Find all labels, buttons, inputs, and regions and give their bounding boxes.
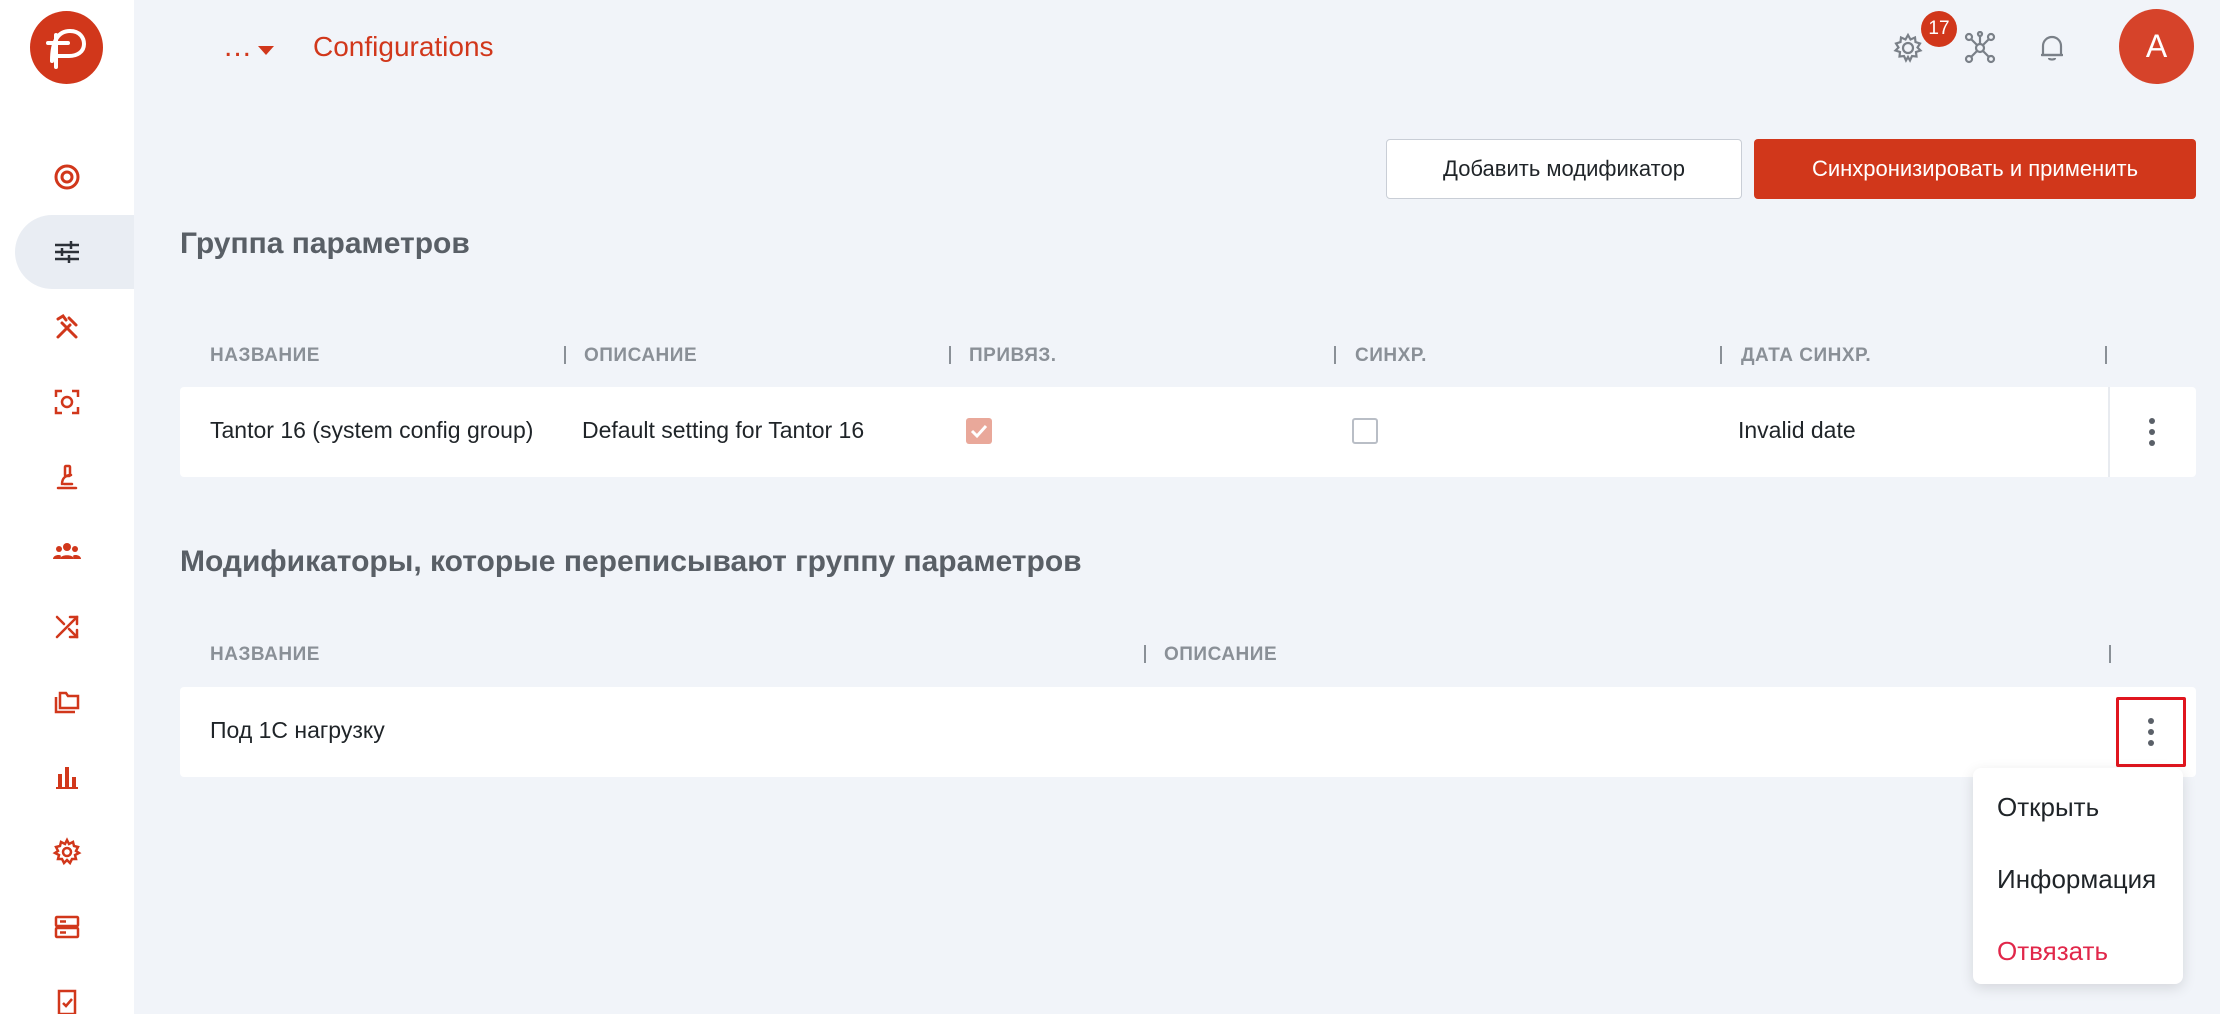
app-logo[interactable] [30,11,103,84]
sidebar [0,0,134,1014]
sidebar-item-folders[interactable] [0,665,134,739]
modifiers-title: Модификаторы, которые переписывают групп… [180,545,1082,578]
sidebar-item-servers[interactable] [0,890,134,964]
column-resize-handle[interactable] [949,346,951,364]
notifications-button[interactable] [2032,28,2072,68]
notification-count-badge: 17 [1921,11,1957,47]
tools-icon [56,314,78,339]
row-description: Default setting for Tantor 16 [582,417,865,443]
row-sync-date: Invalid date [1738,417,1856,443]
row-divider [2108,387,2110,477]
gear-icon [52,837,82,866]
microscope-icon [56,464,78,490]
row-actions-button[interactable] [2119,399,2185,465]
menu-item-info[interactable]: Информация [1997,864,2156,895]
sidebar-item-lab[interactable] [0,440,134,514]
column-resize-handle[interactable] [1144,645,1146,663]
sidebar-item-target[interactable] [0,140,134,214]
sidebar-item-settings[interactable] [0,815,134,889]
menu-item-unbind[interactable]: Отвязать [1997,936,2108,967]
sliders-icon [55,241,79,263]
page-title: Configurations [313,31,494,62]
check-icon [970,424,988,439]
sidebar-item-configurations[interactable] [15,215,134,289]
gear-icon [1893,32,1923,63]
column-resize-handle[interactable] [2109,645,2111,663]
row-actions-button[interactable] [2116,697,2186,767]
dot [2148,729,2154,735]
network-icon [1964,31,1996,64]
table-row[interactable]: Tantor 16 (system config group) Default … [180,387,2196,477]
bell-icon [2041,35,2063,61]
target-icon [54,164,80,190]
breadcrumb-more[interactable]: ... [224,30,252,64]
folders-icon [54,691,80,714]
sidebar-item-tasks[interactable] [0,965,134,1014]
sidebar-item-scan[interactable] [0,365,134,439]
bound-checkbox[interactable] [966,418,992,444]
bar-chart-icon [56,767,78,789]
dot [2148,718,2154,724]
column-header-bound[interactable]: ПРИВЯЗ. [969,345,1057,367]
column-header-sync-date[interactable]: ДАТА СИНХР. [1741,345,1871,367]
chevron-down-icon[interactable] [258,46,274,55]
column-resize-handle[interactable] [1334,346,1336,364]
column-header-name[interactable]: НАЗВАНИЕ [210,644,320,666]
topology-button[interactable] [1960,28,2000,68]
row-name: Под 1С нагрузку [210,717,385,743]
dot [2148,740,2154,746]
column-resize-handle[interactable] [564,346,566,364]
column-header-description[interactable]: ОПИСАНИЕ [584,345,697,367]
sidebar-item-shuffle[interactable] [0,590,134,664]
column-resize-handle[interactable] [2105,346,2107,364]
row-name: Tantor 16 (system config group) [210,417,534,443]
sync-apply-button[interactable]: Синхронизировать и применить [1754,139,2196,199]
sidebar-item-tools[interactable] [0,290,134,364]
document-check-icon [57,989,77,1014]
column-header-synced[interactable]: СИНХР. [1355,345,1427,367]
column-header-description[interactable]: ОПИСАНИЕ [1164,644,1277,666]
dot [2149,440,2155,446]
synced-checkbox[interactable] [1352,418,1378,444]
server-icon [54,915,80,939]
column-resize-handle[interactable] [1720,346,1722,364]
users-icon [53,543,81,559]
user-avatar[interactable]: A [2119,9,2194,84]
dot [2149,418,2155,424]
menu-item-open[interactable]: Открыть [1997,792,2099,823]
logo-area [0,0,134,114]
add-modifier-button[interactable]: Добавить модификатор [1386,139,1742,199]
table-row[interactable]: Под 1С нагрузку [180,687,2196,777]
scan-icon [54,389,80,415]
sidebar-item-users[interactable] [0,515,134,589]
column-header-name[interactable]: НАЗВАНИЕ [210,345,320,367]
row-context-menu: Открыть Информация Отвязать [1973,768,2183,984]
param-group-title: Группа параметров [180,227,470,260]
shuffle-icon [55,615,79,639]
top-header: ... Configurations 17 A [134,0,2220,100]
sidebar-item-reports[interactable] [0,740,134,814]
dot [2149,429,2155,435]
